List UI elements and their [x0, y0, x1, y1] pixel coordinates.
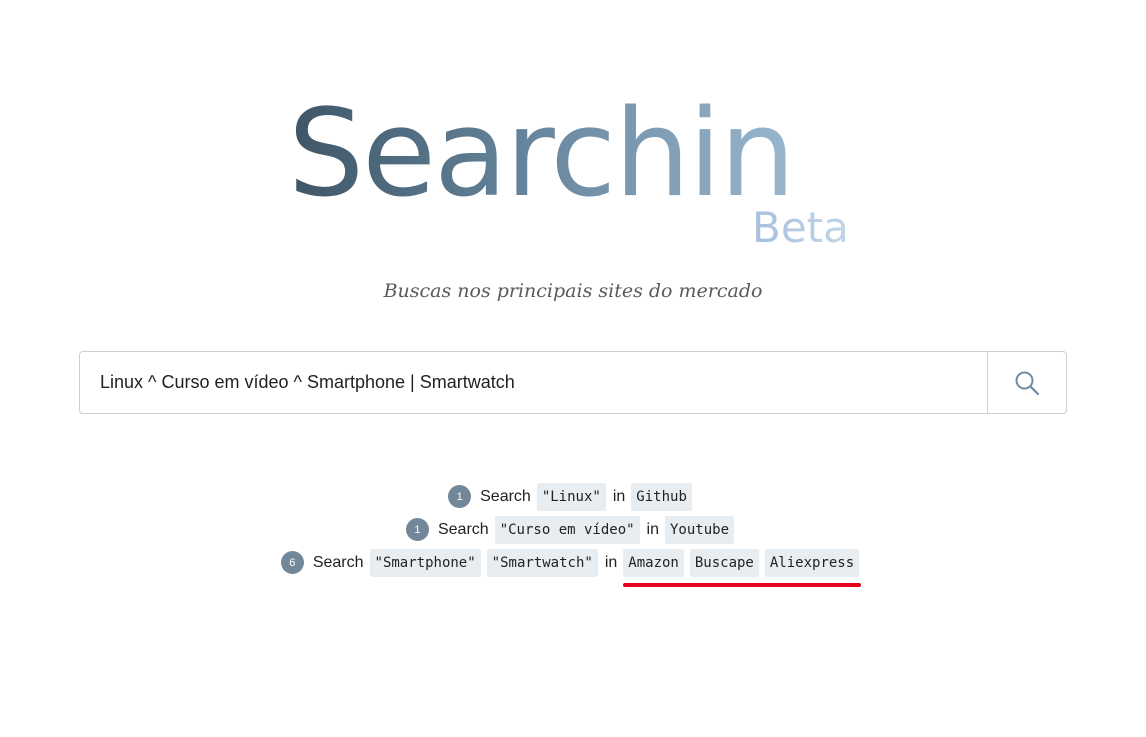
result-row: 6 Search "Smartphone" "Smartwatch" in Am…	[0, 546, 1146, 587]
search-label: Search	[312, 553, 364, 571]
term-chip: "Linux"	[536, 482, 606, 511]
search-icon	[1015, 371, 1040, 395]
count-badge: 6	[280, 551, 304, 574]
logo-beta-label: Beta	[752, 203, 849, 252]
search-label: Search	[437, 520, 489, 538]
count-badge: 1	[448, 485, 472, 508]
term-chip: "Smartphone"	[369, 548, 481, 577]
site-chip: Github	[631, 482, 692, 511]
in-label: in	[646, 520, 659, 538]
tagline: Buscas nos principais sites do mercado	[383, 280, 763, 302]
logo: Searchin Beta	[288, 95, 868, 255]
search-bar	[79, 351, 1067, 414]
in-label: in	[612, 487, 626, 505]
red-underline	[623, 582, 862, 587]
search-input[interactable]	[80, 352, 987, 413]
site-chip: Amazon	[623, 548, 684, 577]
site-chip: Aliexpress	[764, 548, 860, 577]
search-button[interactable]	[987, 352, 1066, 413]
logo-title: Searchin	[288, 85, 796, 224]
search-label: Search	[480, 487, 531, 505]
result-row: 1 Search "Curso em vídeo" in Youtube	[0, 513, 1146, 546]
in-label: in	[604, 553, 618, 571]
site-chip: Youtube	[665, 515, 735, 544]
highlighted-sites: Amazon Buscape Aliexpress	[623, 548, 865, 587]
search-results: 1 Search "Linux" in Github 1 Search "Cur…	[0, 480, 1146, 587]
site-chip: Buscape	[689, 548, 759, 577]
count-badge: 1	[405, 518, 429, 541]
term-chip: "Curso em vídeo"	[494, 515, 640, 544]
term-chip: "Smartwatch"	[486, 548, 598, 577]
result-row: 1 Search "Linux" in Github	[0, 480, 1146, 513]
